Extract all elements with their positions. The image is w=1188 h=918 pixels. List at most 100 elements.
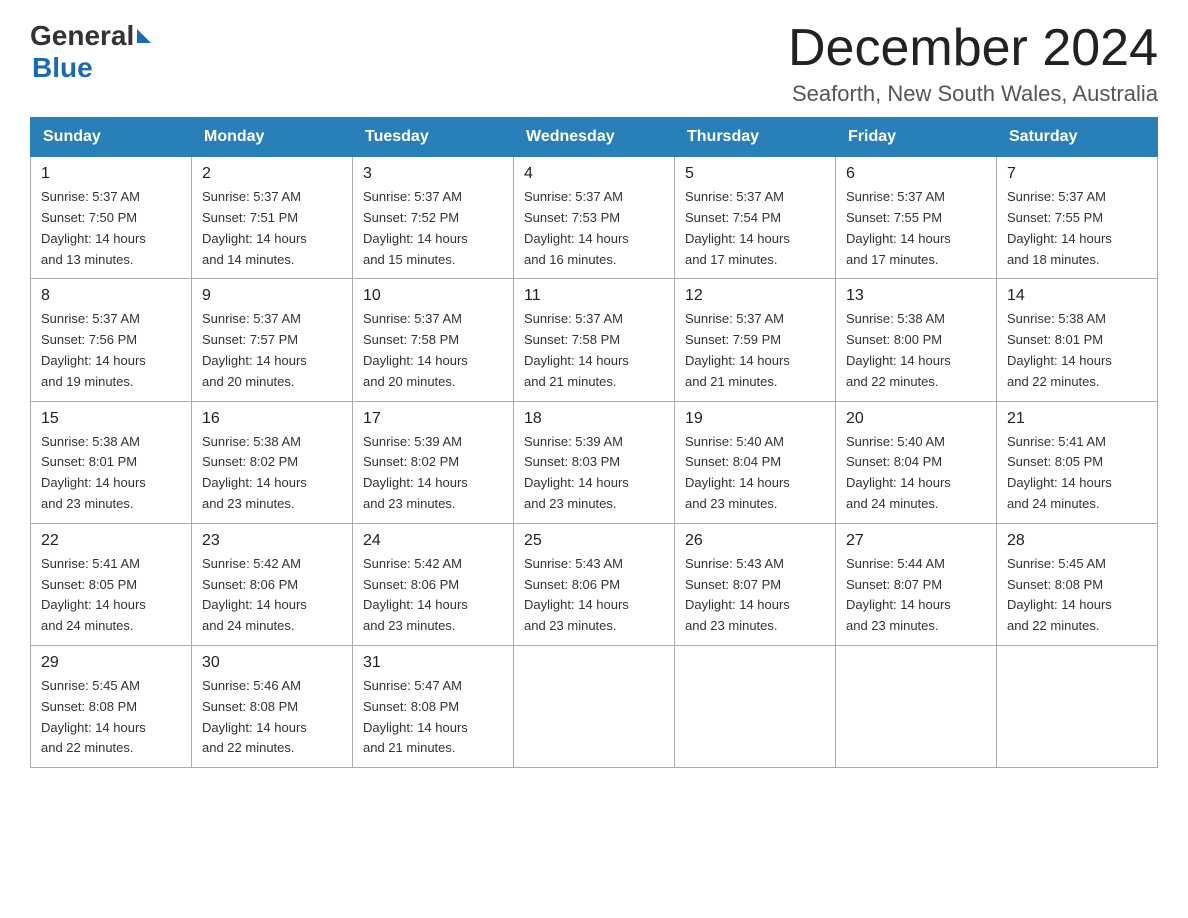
day-number: 28	[1007, 532, 1147, 550]
column-header-wednesday: Wednesday	[514, 118, 675, 157]
day-info: Sunrise: 5:37 AM Sunset: 7:50 PM Dayligh…	[41, 187, 181, 270]
calendar-day-cell: 22 Sunrise: 5:41 AM Sunset: 8:05 PM Dayl…	[31, 523, 192, 645]
day-info: Sunrise: 5:38 AM Sunset: 8:01 PM Dayligh…	[1007, 309, 1147, 392]
calendar-day-cell: 9 Sunrise: 5:37 AM Sunset: 7:57 PM Dayli…	[192, 279, 353, 401]
calendar-day-cell: 5 Sunrise: 5:37 AM Sunset: 7:54 PM Dayli…	[675, 157, 836, 279]
column-header-thursday: Thursday	[675, 118, 836, 157]
calendar-day-cell: 16 Sunrise: 5:38 AM Sunset: 8:02 PM Dayl…	[192, 401, 353, 523]
day-number: 12	[685, 287, 825, 305]
day-number: 3	[363, 165, 503, 183]
day-info: Sunrise: 5:37 AM Sunset: 7:53 PM Dayligh…	[524, 187, 664, 270]
day-number: 23	[202, 532, 342, 550]
logo-blue-text: Blue	[32, 52, 93, 83]
calendar-day-cell: 13 Sunrise: 5:38 AM Sunset: 8:00 PM Dayl…	[836, 279, 997, 401]
day-info: Sunrise: 5:44 AM Sunset: 8:07 PM Dayligh…	[846, 554, 986, 637]
day-number: 13	[846, 287, 986, 305]
calendar-day-cell: 31 Sunrise: 5:47 AM Sunset: 8:08 PM Dayl…	[353, 645, 514, 767]
calendar-day-cell: 7 Sunrise: 5:37 AM Sunset: 7:55 PM Dayli…	[997, 157, 1158, 279]
column-header-friday: Friday	[836, 118, 997, 157]
day-info: Sunrise: 5:38 AM Sunset: 8:00 PM Dayligh…	[846, 309, 986, 392]
calendar-day-cell: 29 Sunrise: 5:45 AM Sunset: 8:08 PM Dayl…	[31, 645, 192, 767]
day-number: 24	[363, 532, 503, 550]
calendar-day-cell: 28 Sunrise: 5:45 AM Sunset: 8:08 PM Dayl…	[997, 523, 1158, 645]
calendar-day-cell: 18 Sunrise: 5:39 AM Sunset: 8:03 PM Dayl…	[514, 401, 675, 523]
logo-arrow-icon	[137, 29, 151, 43]
day-info: Sunrise: 5:46 AM Sunset: 8:08 PM Dayligh…	[202, 676, 342, 759]
calendar-day-cell: 30 Sunrise: 5:46 AM Sunset: 8:08 PM Dayl…	[192, 645, 353, 767]
calendar-day-cell: 25 Sunrise: 5:43 AM Sunset: 8:06 PM Dayl…	[514, 523, 675, 645]
day-info: Sunrise: 5:37 AM Sunset: 7:54 PM Dayligh…	[685, 187, 825, 270]
logo-general-text: General	[30, 20, 134, 52]
logo: General Blue	[30, 20, 153, 84]
calendar-day-cell: 6 Sunrise: 5:37 AM Sunset: 7:55 PM Dayli…	[836, 157, 997, 279]
day-info: Sunrise: 5:41 AM Sunset: 8:05 PM Dayligh…	[1007, 432, 1147, 515]
day-info: Sunrise: 5:37 AM Sunset: 7:59 PM Dayligh…	[685, 309, 825, 392]
calendar-table: SundayMondayTuesdayWednesdayThursdayFrid…	[30, 117, 1158, 768]
day-info: Sunrise: 5:37 AM Sunset: 7:52 PM Dayligh…	[363, 187, 503, 270]
calendar-day-cell: 23 Sunrise: 5:42 AM Sunset: 8:06 PM Dayl…	[192, 523, 353, 645]
day-info: Sunrise: 5:37 AM Sunset: 7:58 PM Dayligh…	[363, 309, 503, 392]
day-number: 8	[41, 287, 181, 305]
day-number: 10	[363, 287, 503, 305]
calendar-day-cell	[514, 645, 675, 767]
day-info: Sunrise: 5:47 AM Sunset: 8:08 PM Dayligh…	[363, 676, 503, 759]
day-number: 31	[363, 654, 503, 672]
day-info: Sunrise: 5:37 AM Sunset: 7:51 PM Dayligh…	[202, 187, 342, 270]
day-number: 7	[1007, 165, 1147, 183]
day-number: 6	[846, 165, 986, 183]
calendar-day-cell: 24 Sunrise: 5:42 AM Sunset: 8:06 PM Dayl…	[353, 523, 514, 645]
day-number: 14	[1007, 287, 1147, 305]
day-number: 4	[524, 165, 664, 183]
calendar-week-row: 1 Sunrise: 5:37 AM Sunset: 7:50 PM Dayli…	[31, 157, 1158, 279]
day-info: Sunrise: 5:37 AM Sunset: 7:56 PM Dayligh…	[41, 309, 181, 392]
calendar-header-row: SundayMondayTuesdayWednesdayThursdayFrid…	[31, 118, 1158, 157]
calendar-day-cell: 20 Sunrise: 5:40 AM Sunset: 8:04 PM Dayl…	[836, 401, 997, 523]
day-number: 18	[524, 410, 664, 428]
day-number: 29	[41, 654, 181, 672]
day-number: 19	[685, 410, 825, 428]
page-header: General Blue December 2024 Seaforth, New…	[30, 20, 1158, 107]
calendar-week-row: 29 Sunrise: 5:45 AM Sunset: 8:08 PM Dayl…	[31, 645, 1158, 767]
calendar-day-cell: 11 Sunrise: 5:37 AM Sunset: 7:58 PM Dayl…	[514, 279, 675, 401]
calendar-day-cell: 2 Sunrise: 5:37 AM Sunset: 7:51 PM Dayli…	[192, 157, 353, 279]
day-number: 2	[202, 165, 342, 183]
day-info: Sunrise: 5:42 AM Sunset: 8:06 PM Dayligh…	[202, 554, 342, 637]
day-info: Sunrise: 5:42 AM Sunset: 8:06 PM Dayligh…	[363, 554, 503, 637]
calendar-day-cell	[997, 645, 1158, 767]
calendar-week-row: 22 Sunrise: 5:41 AM Sunset: 8:05 PM Dayl…	[31, 523, 1158, 645]
day-info: Sunrise: 5:40 AM Sunset: 8:04 PM Dayligh…	[685, 432, 825, 515]
day-number: 30	[202, 654, 342, 672]
location: Seaforth, New South Wales, Australia	[788, 81, 1158, 107]
column-header-monday: Monday	[192, 118, 353, 157]
calendar-day-cell: 8 Sunrise: 5:37 AM Sunset: 7:56 PM Dayli…	[31, 279, 192, 401]
calendar-day-cell: 1 Sunrise: 5:37 AM Sunset: 7:50 PM Dayli…	[31, 157, 192, 279]
calendar-day-cell: 27 Sunrise: 5:44 AM Sunset: 8:07 PM Dayl…	[836, 523, 997, 645]
calendar-day-cell: 10 Sunrise: 5:37 AM Sunset: 7:58 PM Dayl…	[353, 279, 514, 401]
day-info: Sunrise: 5:38 AM Sunset: 8:01 PM Dayligh…	[41, 432, 181, 515]
day-info: Sunrise: 5:41 AM Sunset: 8:05 PM Dayligh…	[41, 554, 181, 637]
day-info: Sunrise: 5:39 AM Sunset: 8:02 PM Dayligh…	[363, 432, 503, 515]
day-info: Sunrise: 5:37 AM Sunset: 7:57 PM Dayligh…	[202, 309, 342, 392]
day-info: Sunrise: 5:39 AM Sunset: 8:03 PM Dayligh…	[524, 432, 664, 515]
day-number: 1	[41, 165, 181, 183]
day-number: 26	[685, 532, 825, 550]
day-info: Sunrise: 5:43 AM Sunset: 8:07 PM Dayligh…	[685, 554, 825, 637]
calendar-day-cell	[675, 645, 836, 767]
day-info: Sunrise: 5:43 AM Sunset: 8:06 PM Dayligh…	[524, 554, 664, 637]
day-number: 15	[41, 410, 181, 428]
month-title: December 2024	[788, 20, 1158, 77]
calendar-day-cell: 26 Sunrise: 5:43 AM Sunset: 8:07 PM Dayl…	[675, 523, 836, 645]
title-section: December 2024 Seaforth, New South Wales,…	[788, 20, 1158, 107]
column-header-saturday: Saturday	[997, 118, 1158, 157]
column-header-tuesday: Tuesday	[353, 118, 514, 157]
calendar-day-cell: 14 Sunrise: 5:38 AM Sunset: 8:01 PM Dayl…	[997, 279, 1158, 401]
day-number: 25	[524, 532, 664, 550]
calendar-day-cell: 21 Sunrise: 5:41 AM Sunset: 8:05 PM Dayl…	[997, 401, 1158, 523]
day-number: 21	[1007, 410, 1147, 428]
calendar-week-row: 15 Sunrise: 5:38 AM Sunset: 8:01 PM Dayl…	[31, 401, 1158, 523]
day-number: 22	[41, 532, 181, 550]
column-header-sunday: Sunday	[31, 118, 192, 157]
calendar-day-cell: 3 Sunrise: 5:37 AM Sunset: 7:52 PM Dayli…	[353, 157, 514, 279]
calendar-day-cell: 12 Sunrise: 5:37 AM Sunset: 7:59 PM Dayl…	[675, 279, 836, 401]
day-number: 16	[202, 410, 342, 428]
